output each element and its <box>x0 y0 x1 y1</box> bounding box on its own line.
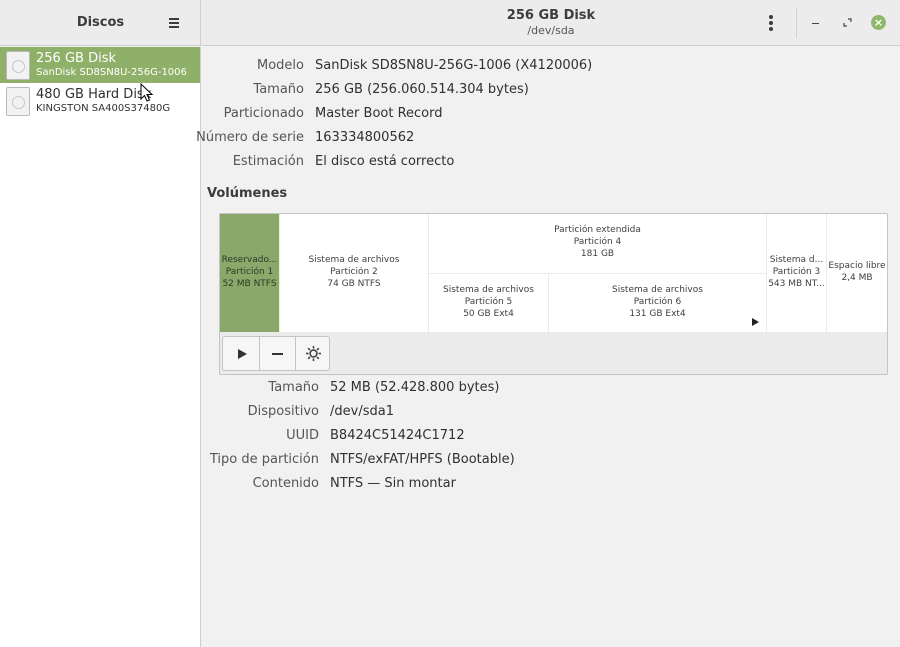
mount-icon <box>238 349 247 359</box>
part-label-uuid: UUID <box>286 428 319 443</box>
part-label-type: Tipo de partición <box>209 452 319 467</box>
disk-name: 480 GB Hard Disk <box>36 87 152 102</box>
partition-line: Partición 1 <box>225 267 274 277</box>
more-options-icon[interactable] <box>762 12 780 34</box>
menu-icon[interactable] <box>166 15 182 31</box>
part-label-content: Contenido <box>252 476 319 491</box>
partition-line: Partición 6 <box>633 297 682 307</box>
disk-model: KINGSTON SA400S37480G <box>36 103 171 114</box>
partition-line: 52 MB NTFS <box>222 279 277 289</box>
header-separator <box>796 8 797 38</box>
info-value-serial: 163334800562 <box>315 130 415 145</box>
partition-line: Sistema de archivos <box>308 255 400 265</box>
info-label-partitioning: Particionado <box>223 106 304 121</box>
part-value-type: NTFS/exFAT/HPFS (Bootable) <box>330 452 515 467</box>
info-value-partitioning: Master Boot Record <box>315 106 443 121</box>
remove-partition-icon <box>272 353 283 355</box>
sidebar-header: Discos <box>0 0 201 46</box>
remove-partition-button[interactable] <box>259 337 295 370</box>
info-value-model: SanDisk SD8SN8U-256G-1006 (X4120006) <box>315 58 593 73</box>
partition-line: 50 GB Ext4 <box>463 309 514 319</box>
info-label-serial: Número de serie <box>196 130 304 145</box>
partition-line: Reservado... <box>221 255 278 265</box>
info-label-assessment: Estimación <box>232 154 304 169</box>
volume-toolbar <box>222 336 330 371</box>
play-triangle-icon <box>752 318 759 326</box>
part-value-device: /dev/sda1 <box>330 404 394 419</box>
partition-line: 2,4 MB <box>841 273 873 283</box>
partition-line: Sistema de archivos <box>612 285 703 295</box>
partition-line: 131 GB Ext4 <box>629 309 686 319</box>
partition-line: Espacio libre <box>828 261 886 271</box>
mouse-cursor-icon <box>140 83 154 102</box>
disk-model: SanDisk SD8SN8U-256G-1006 <box>36 67 187 78</box>
info-value-assessment: El disco está correcto <box>315 154 455 169</box>
part-value-size: 52 MB (52.428.800 bytes) <box>330 380 500 395</box>
close-icon: × <box>871 15 886 30</box>
volumes-heading: Volúmenes <box>207 186 288 201</box>
part-value-content: NTFS — Sin montar <box>330 476 456 491</box>
drive-icon <box>6 51 30 80</box>
partition-line: Partición 5 <box>464 297 513 307</box>
partition-5[interactable]: Sistema de archivos Partición 5 50 GB Ex… <box>429 274 548 332</box>
partition-4-extended[interactable]: Partición extendida Partición 4 181 GB <box>429 214 766 273</box>
settings-gear-icon <box>306 346 321 361</box>
partition-6[interactable]: Sistema de archivos Partición 6 131 GB E… <box>549 274 766 332</box>
partition-line: 74 GB NTFS <box>327 279 381 289</box>
part-label-size: Tamaño <box>268 380 319 395</box>
minimize-icon <box>812 23 819 24</box>
partition-settings-button[interactable] <box>295 337 331 370</box>
maximize-button[interactable] <box>839 14 857 32</box>
partition-3[interactable]: Sistema d... Partición 3 543 MB NT... <box>767 214 826 332</box>
info-label-model: Modelo <box>257 58 304 73</box>
partition-1[interactable]: Reservado... Partición 1 52 MB NTFS <box>220 214 279 332</box>
close-button[interactable]: × <box>870 14 888 32</box>
partition-line: Sistema d... <box>769 255 824 265</box>
partition-2[interactable]: Sistema de archivos Partición 2 74 GB NT… <box>280 214 428 332</box>
disk-list: 256 GB Disk SanDisk SD8SN8U-256G-1006 48… <box>0 47 201 647</box>
info-label-size: Tamaño <box>253 82 304 97</box>
partition-line: Partición 3 <box>772 267 821 277</box>
minimize-button[interactable] <box>807 14 825 32</box>
disk-name: 256 GB Disk <box>36 51 116 66</box>
part-label-device: Dispositivo <box>247 404 319 419</box>
partition-line: Sistema de archivos <box>443 285 534 295</box>
mount-button[interactable] <box>223 337 259 370</box>
partition-line: Partición extendida <box>554 225 641 235</box>
free-space[interactable]: Espacio libre 2,4 MB <box>827 214 887 332</box>
partition-line: Partición 2 <box>330 267 378 277</box>
info-value-size: 256 GB (256.060.514.304 bytes) <box>315 82 529 97</box>
disk-item-480gb[interactable]: 480 GB Hard Disk KINGSTON SA400S37480G <box>0 83 200 119</box>
header-bar: Discos 256 GB Disk /dev/sda × <box>0 0 900 46</box>
part-value-uuid: B8424C51424C1712 <box>330 428 465 443</box>
drive-icon <box>6 87 30 116</box>
partition-line: 181 GB <box>580 249 615 259</box>
disk-item-256gb[interactable]: 256 GB Disk SanDisk SD8SN8U-256G-1006 <box>0 47 200 83</box>
maximize-icon <box>843 18 852 27</box>
partition-line: 543 MB NT... <box>768 279 825 289</box>
partition-line: Partición 4 <box>573 237 622 247</box>
